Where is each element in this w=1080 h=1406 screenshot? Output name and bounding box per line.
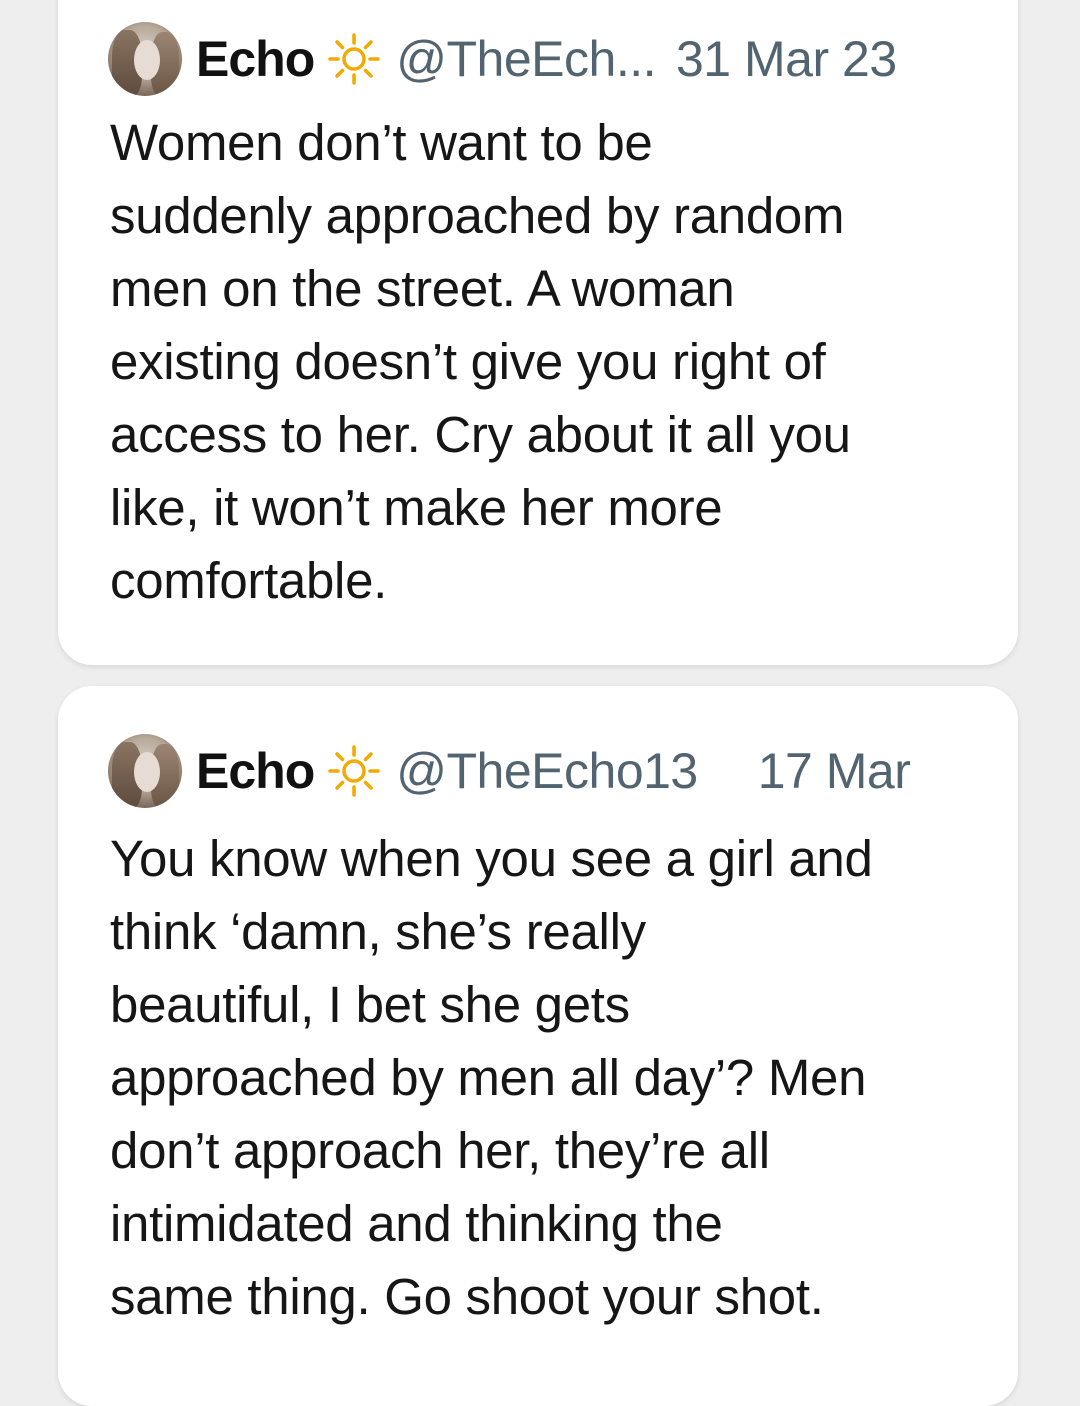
tweet-header: Echo @TheEcho13 17 Mar <box>108 733 911 809</box>
sun-icon <box>328 33 380 85</box>
tweet-date[interactable]: 17 Mar <box>758 742 911 800</box>
tweet-date[interactable]: 31 Mar 23 <box>676 30 897 88</box>
sun-icon <box>328 745 380 797</box>
author-name[interactable]: Echo <box>196 30 315 88</box>
tweet-text: Women don’t want to be suddenly approach… <box>110 114 851 609</box>
avatar[interactable] <box>108 22 182 96</box>
tweet-header: Echo @TheEch... 31 Mar 23 <box>108 21 897 97</box>
author-handle[interactable]: @TheEcho13 <box>396 742 698 800</box>
avatar[interactable] <box>108 734 182 808</box>
tweet-text: You know when you see a girl and think ‘… <box>110 830 873 1325</box>
author-handle[interactable]: @TheEch... <box>396 30 656 88</box>
author-name[interactable]: Echo <box>196 742 315 800</box>
